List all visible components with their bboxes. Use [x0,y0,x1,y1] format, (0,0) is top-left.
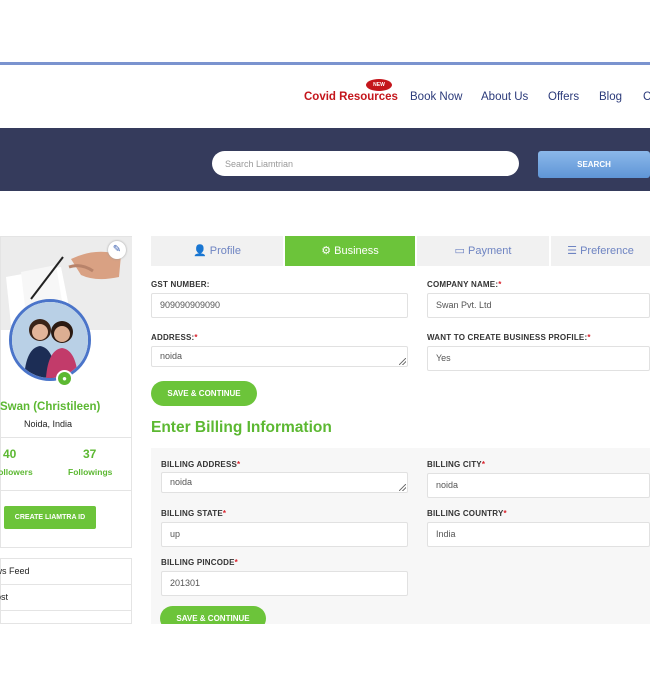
menu-item-post[interactable]: Post [0,592,8,602]
address-label: ADDRESS:* [151,333,198,342]
tab-label: Payment [468,245,512,257]
avatar-photo [12,302,88,378]
company-input[interactable]: Swan Pvt. Ltd [427,293,650,318]
billing-title: Enter Billing Information [151,419,332,436]
new-badge: NEW [366,79,392,91]
billing-city-input[interactable]: noida [427,473,650,498]
credit-card-icon: ▭ [454,245,465,257]
billing-pincode-label: BILLING PINCODE* [161,558,238,567]
tab-profile[interactable]: 👤 Profile [151,236,283,266]
search-input[interactable] [212,151,519,176]
tab-label: Business [334,245,379,257]
address-value: noida [160,351,183,361]
create-liamtra-id-button[interactable]: CREATE LIAMTRA ID [4,506,96,529]
gst-input[interactable]: 909090909090 [151,293,408,318]
search-button[interactable]: SEARCH [538,151,650,178]
tab-label: Profile [209,245,241,257]
address-textarea[interactable]: noida [151,346,408,367]
profile-card [0,236,132,548]
edit-cover-icon[interactable]: ✎ [108,241,126,259]
billing-city-label-text: BILLING CITY [427,460,482,469]
menu-item-news-feed[interactable]: News Feed [0,566,30,576]
resize-grip-icon[interactable] [399,358,406,365]
billing-country-label: BILLING COUNTRY* [427,509,507,518]
billing-pincode-input[interactable]: 201301 [161,571,408,596]
business-profile-label: WANT TO CREATE BUSINESS PROFILE:* [427,333,591,342]
company-label: COMPANY NAME:* [427,280,502,289]
tab-business[interactable]: ⚙ Business [285,236,415,266]
billing-city-label: BILLING CITY* [427,460,486,469]
tab-label: Preference [580,245,634,257]
user-gear-icon: 👤 [193,245,207,257]
tab-preference[interactable]: ☰ Preference [551,236,650,266]
billing-address-value: noida [170,477,193,487]
business-profile-label-text: WANT TO CREATE BUSINESS PROFILE: [427,333,588,342]
tab-payment[interactable]: ▭ Payment [417,236,549,266]
nav-covid-resources[interactable]: Covid Resources [304,91,398,103]
card-divider [0,437,132,438]
bottom-whitespace [0,624,650,685]
sliders-icon: ☰ [567,245,577,257]
followings-count: 37 [83,447,97,461]
save-continue-button[interactable]: SAVE & CONTINUE [151,381,257,406]
nav-book-now[interactable]: Book Now [410,91,462,103]
menu-divider [0,610,132,611]
billing-country-select[interactable]: India [427,522,650,547]
billing-country-label-text: BILLING COUNTRY [427,509,504,518]
card-divider [0,490,132,491]
billing-state-input[interactable]: up [161,522,408,547]
billing-state-label-text: BILLING STATE [161,509,223,518]
billing-address-label: BILLING ADDRESS* [161,460,241,469]
followers-label[interactable]: Followers [0,467,33,477]
profile-location: Noida, India [24,419,73,429]
camera-icon[interactable]: ● [56,370,73,387]
gear-icon: ⚙ [321,245,332,257]
company-label-text: COMPANY NAME: [427,280,499,289]
profile-name: Swan (Christileen) [0,401,101,413]
nav-blog[interactable]: Blog [599,91,622,103]
nav-offers[interactable]: Offers [548,91,579,103]
nav-about-us[interactable]: About Us [481,91,528,103]
billing-state-label: BILLING STATE* [161,509,227,518]
business-profile-select[interactable]: Yes [427,346,650,371]
avatar [9,299,91,381]
address-label-text: ADDRESS: [151,333,195,342]
billing-pincode-label-text: BILLING PINCODE [161,558,235,567]
billing-address-textarea[interactable]: noida [161,472,408,493]
followers-count: 40 [3,447,17,461]
billing-address-label-text: BILLING ADDRESS [161,460,238,469]
gst-label: GST NUMBER: [151,280,210,289]
followings-label[interactable]: Followings [68,467,112,477]
menu-divider [0,584,132,585]
nav-contact[interactable]: C [643,91,650,103]
resize-grip-icon[interactable] [399,484,406,491]
